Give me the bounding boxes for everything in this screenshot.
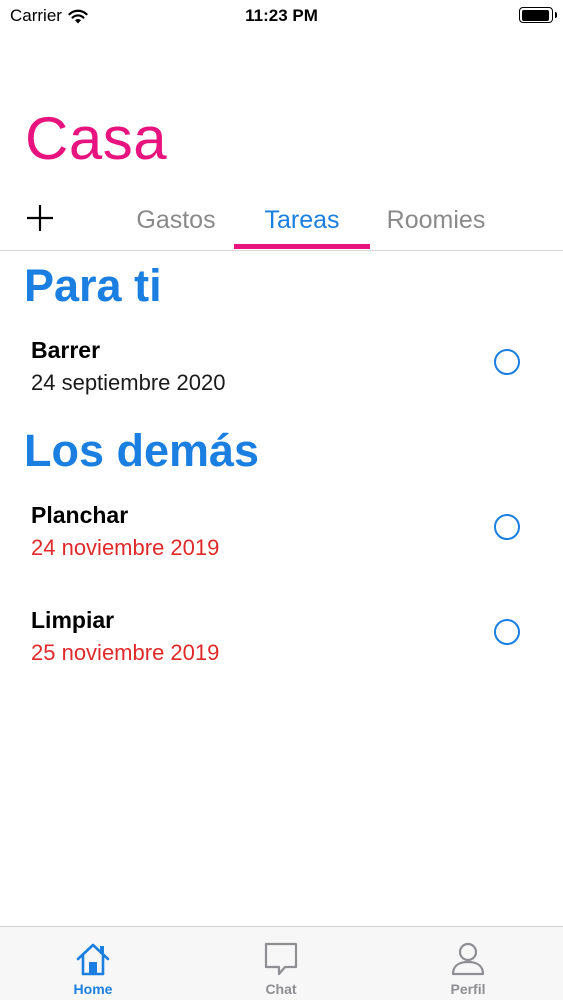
status-time: 11:23 PM: [245, 6, 318, 25]
task-complete-checkbox[interactable]: [494, 349, 520, 375]
person-icon: [451, 942, 485, 976]
task-name: Limpiar: [31, 607, 115, 633]
task-date: 24 noviembre 2019: [31, 535, 220, 560]
tab-bar: Home Chat Perfil: [0, 926, 563, 1000]
battery-icon: [519, 7, 557, 23]
tab-roomies[interactable]: Roomies: [368, 206, 504, 250]
task-complete-checkbox[interactable]: [494, 514, 520, 540]
screen: Carrier 11:23 PM Casa Gastos Tareas Room…: [0, 0, 563, 1000]
battery-fill: [521, 9, 550, 21]
active-tab-indicator: [234, 244, 370, 249]
plus-icon: [27, 205, 53, 231]
tab-bar-home-label: Home: [73, 981, 113, 997]
tab-bar-perfil[interactable]: Perfil: [408, 927, 528, 1000]
tabs-divider: [0, 250, 563, 251]
task-row[interactable]: Planchar 24 noviembre 2019: [0, 502, 563, 588]
section-title-los-demas: Los demás: [24, 425, 260, 476]
task-name: Barrer: [31, 337, 101, 363]
add-button[interactable]: [24, 202, 56, 234]
tab-bar-chat-label: Chat: [265, 981, 297, 997]
home-icon: [76, 943, 110, 976]
chat-icon: [264, 942, 298, 976]
task-date: 25 noviembre 2019: [31, 640, 220, 665]
task-name: Planchar: [31, 502, 129, 528]
tab-bar-perfil-label: Perfil: [450, 981, 486, 997]
section-title-para-ti: Para ti: [24, 260, 162, 311]
task-complete-checkbox[interactable]: [494, 619, 520, 645]
task-row[interactable]: Barrer 24 septiembre 2020: [0, 337, 563, 423]
tab-bar-chat[interactable]: Chat: [221, 927, 341, 1000]
task-row[interactable]: Limpiar 25 noviembre 2019: [0, 607, 563, 693]
tab-bar-home[interactable]: Home: [33, 927, 153, 1000]
task-date: 24 septiembre 2020: [31, 370, 226, 395]
tab-gastos[interactable]: Gastos: [108, 206, 244, 250]
page-title: Casa: [25, 105, 168, 172]
battery-nub: [554, 12, 557, 18]
status-bar: Carrier 11:23 PM: [0, 0, 563, 34]
